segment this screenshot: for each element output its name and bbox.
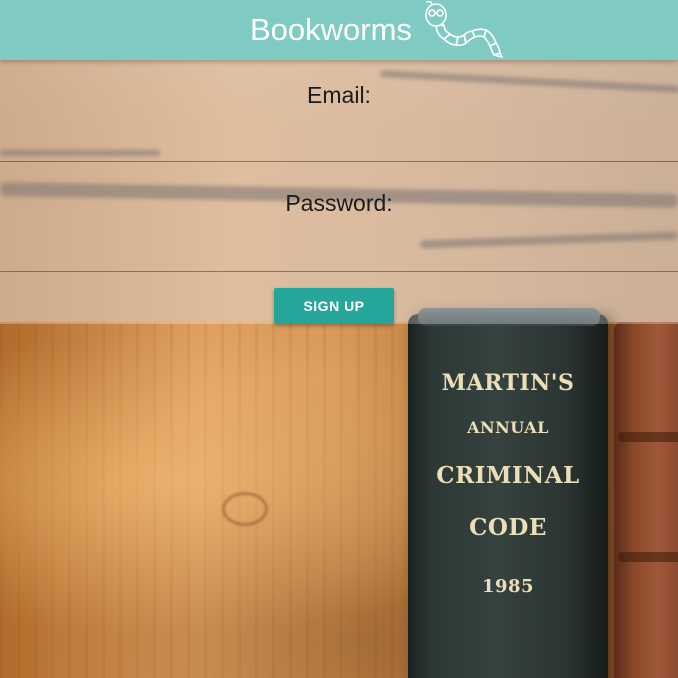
book-spine-text: CODE	[469, 514, 547, 541]
email-input[interactable]	[0, 126, 678, 162]
bookworm-icon	[425, 1, 503, 58]
book-spine-text: MARTIN'S	[441, 370, 575, 396]
password-field-group: Password:	[0, 178, 678, 272]
book-criminal-code: MARTIN'S ANNUAL CRIMINAL CODE 1985	[408, 308, 608, 678]
book-spine-text: 1985	[481, 576, 535, 597]
signup-form: Email: Password:	[0, 60, 678, 324]
book-brown	[614, 322, 678, 678]
app-header: Bookworms	[0, 0, 678, 60]
book-spine-text: ANNUAL	[467, 418, 549, 437]
password-input[interactable]	[0, 236, 678, 272]
signup-button[interactable]: SIGN UP	[274, 288, 394, 324]
brand[interactable]: Bookworms	[250, 1, 504, 58]
book-spine-text: CRIMINAL	[436, 462, 580, 489]
app-title: Bookworms	[250, 12, 412, 47]
email-field-group: Email:	[0, 68, 678, 162]
password-label: Password:	[285, 190, 393, 216]
email-label: Email:	[307, 82, 371, 108]
